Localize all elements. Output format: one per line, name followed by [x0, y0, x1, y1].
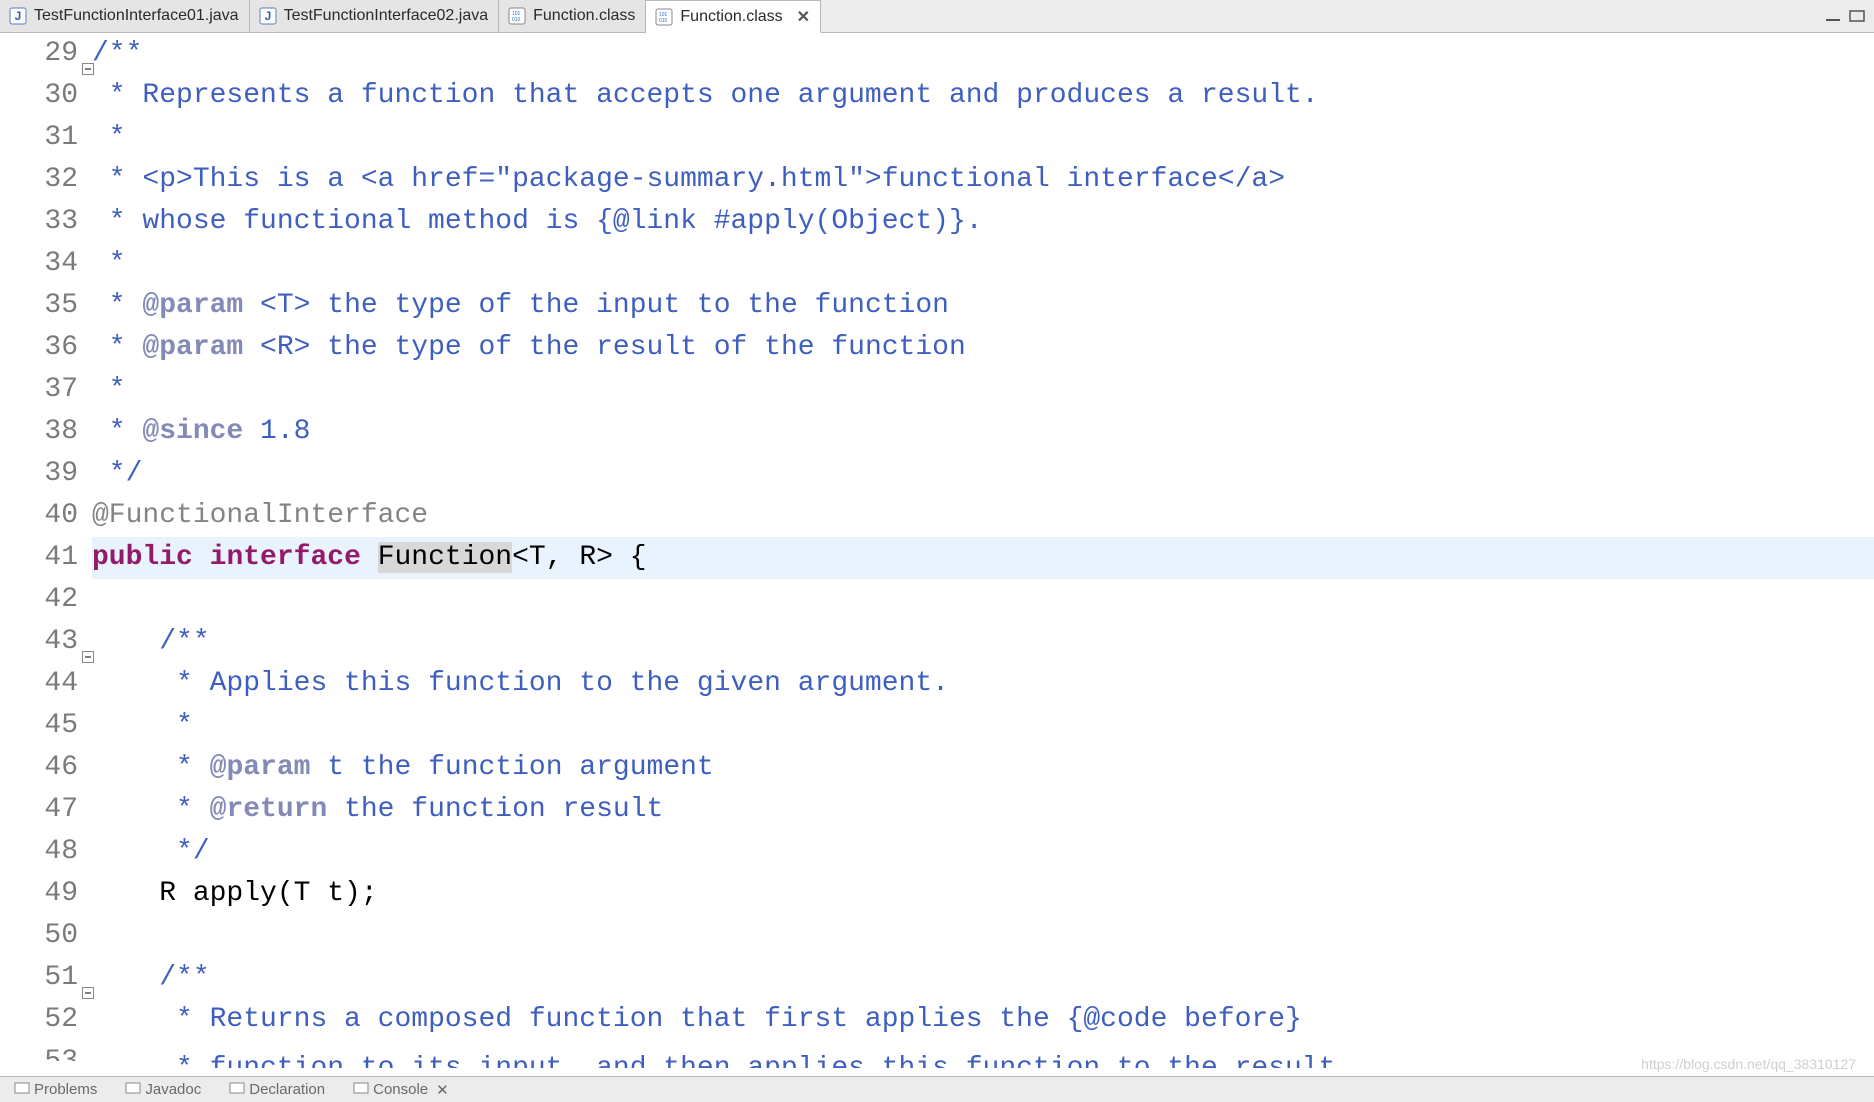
line-number: 44: [24, 663, 78, 705]
code-line: [92, 915, 1874, 957]
code-line: /**: [92, 621, 1874, 663]
bottom-tab-label: Problems: [34, 1081, 97, 1098]
declaration-icon: [229, 1080, 245, 1100]
svg-text:J: J: [264, 9, 271, 23]
line-number: 47: [24, 789, 78, 831]
code-line: * whose functional method is {@link #app…: [92, 201, 1874, 243]
svg-text:010: 010: [512, 17, 521, 23]
line-number: 34: [24, 243, 78, 285]
line-number: 35: [24, 285, 78, 327]
javadoc-icon: [125, 1080, 141, 1100]
line-number: 31: [24, 117, 78, 159]
line-number: 32: [24, 159, 78, 201]
code-line: */: [92, 831, 1874, 873]
code-line: @FunctionalInterface: [92, 495, 1874, 537]
editor-tab-bar: J TestFunctionInterface01.java J TestFuncti…: [0, 0, 1874, 33]
code-editor[interactable]: /** * Represents a function that accepts…: [86, 33, 1874, 1076]
line-number: 41: [24, 537, 78, 579]
line-number: 50: [24, 915, 78, 957]
bottom-view-tab[interactable]: Declaration: [221, 1080, 333, 1100]
line-number: 39: [24, 453, 78, 495]
line-number: 43: [24, 621, 78, 663]
line-number: 51: [24, 957, 78, 999]
bottom-view-tab[interactable]: Problems: [6, 1080, 105, 1100]
tab-label: Function.class: [680, 8, 782, 26]
code-line: * @return the function result: [92, 789, 1874, 831]
marker-bar: [0, 33, 24, 1076]
bottom-tab-label: Console: [373, 1081, 428, 1098]
line-number: 30: [24, 75, 78, 117]
line-number: 52: [24, 999, 78, 1041]
editor-tab[interactable]: J TestFunctionInterface01.java: [0, 0, 250, 32]
class-file-icon: 101010: [654, 7, 674, 27]
code-line: * @param t the function argument: [92, 747, 1874, 789]
code-line: *: [92, 243, 1874, 285]
line-number: 45: [24, 705, 78, 747]
editor-area: 2930313233343536373839404142434445464748…: [0, 33, 1874, 1076]
line-number: 42: [24, 579, 78, 621]
editor-tab[interactable]: J TestFunctionInterface02.java: [250, 0, 500, 32]
code-line: */: [92, 453, 1874, 495]
tab-bar-controls: [1824, 0, 1874, 32]
code-line: *: [92, 117, 1874, 159]
code-line: *: [92, 705, 1874, 747]
code-line: public interface Function<T, R> {: [92, 537, 1874, 579]
editor-tab[interactable]: 101010 Function.class: [499, 0, 646, 32]
code-line: * Applies this function to the given arg…: [92, 663, 1874, 705]
code-line: * @since 1.8: [92, 411, 1874, 453]
line-number: 40: [24, 495, 78, 537]
code-line: /**: [92, 957, 1874, 999]
line-number: 38: [24, 411, 78, 453]
bottom-view-tab[interactable]: Console ✕: [345, 1080, 457, 1100]
code-line: /**: [92, 33, 1874, 75]
maximize-icon[interactable]: [1848, 9, 1866, 23]
code-line: * @param <T> the type of the input to th…: [92, 285, 1874, 327]
watermark: https://blog.csdn.net/qq_38310127: [1641, 1056, 1856, 1072]
tab-label: TestFunctionInterface02.java: [284, 7, 489, 25]
close-icon[interactable]: ✕: [436, 1081, 449, 1099]
line-number: 37: [24, 369, 78, 411]
close-icon[interactable]: ✕: [797, 7, 810, 27]
line-number: 33: [24, 201, 78, 243]
class-file-icon: 101010: [507, 6, 527, 26]
code-line: [92, 579, 1874, 621]
java-file-icon: J: [258, 6, 278, 26]
code-line: * Represents a function that accepts one…: [92, 75, 1874, 117]
bottom-tab-label: Declaration: [249, 1081, 325, 1098]
java-file-icon: J: [8, 6, 28, 26]
editor-tab[interactable]: 101010 Function.class ✕: [646, 0, 821, 33]
tab-label: TestFunctionInterface01.java: [34, 7, 239, 25]
line-number: 36: [24, 327, 78, 369]
bottom-tab-label: Javadoc: [145, 1081, 201, 1098]
svg-text:010: 010: [659, 18, 668, 24]
console-icon: [353, 1080, 369, 1100]
line-number: 49: [24, 873, 78, 915]
line-number: 29: [24, 33, 78, 75]
line-number-gutter: 2930313233343536373839404142434445464748…: [24, 33, 86, 1076]
svg-text:J: J: [15, 9, 22, 23]
line-number: 48: [24, 831, 78, 873]
bottom-view-tab[interactable]: Javadoc: [117, 1080, 209, 1100]
code-line: * function to its input, and then applie…: [92, 1048, 1874, 1068]
problems-icon: [14, 1080, 30, 1100]
code-line: * @param <R> the type of the result of t…: [92, 327, 1874, 369]
minimize-icon[interactable]: [1824, 9, 1842, 23]
code-line: * Returns a composed function that first…: [92, 999, 1874, 1041]
code-line: * <p>This is a <a href="package-summary.…: [92, 159, 1874, 201]
line-number: 53: [24, 1041, 78, 1061]
code-line: R apply(T t);: [92, 873, 1874, 915]
line-number: 46: [24, 747, 78, 789]
tab-label: Function.class: [533, 7, 635, 25]
code-line: *: [92, 369, 1874, 411]
